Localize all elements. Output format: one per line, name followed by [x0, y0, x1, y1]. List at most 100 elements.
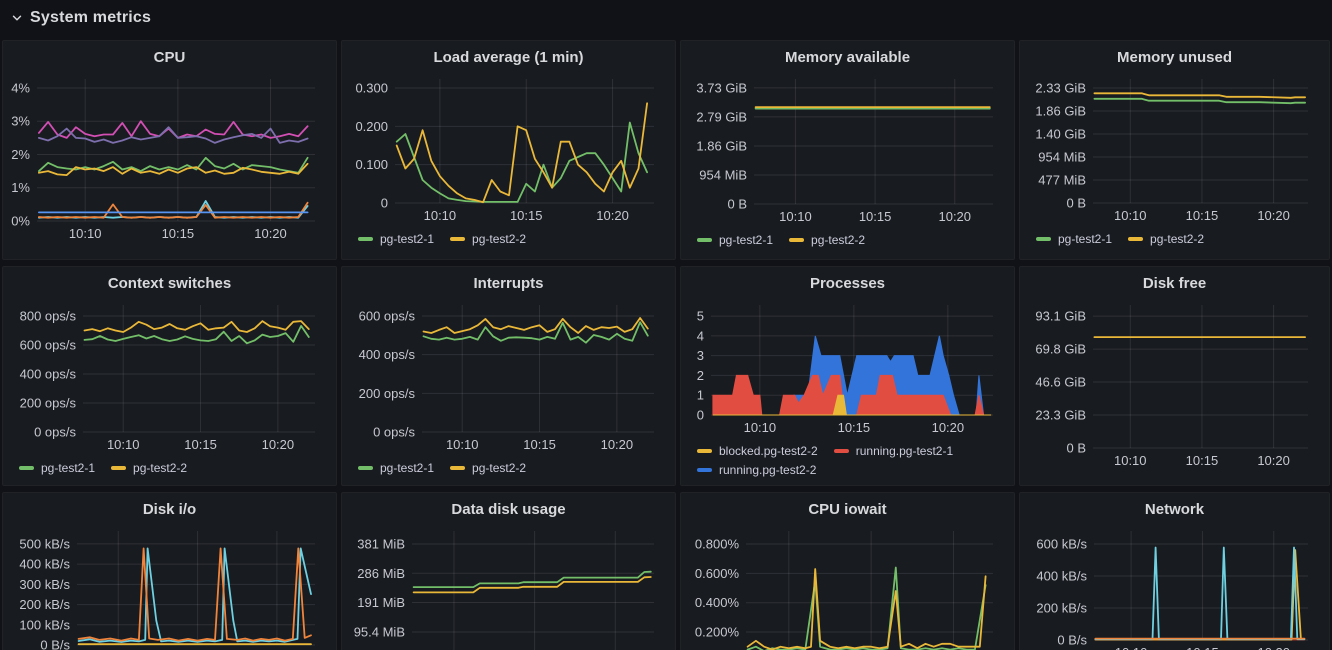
series-pg-test2-2	[85, 321, 309, 332]
axis-tick-label: 10:20	[932, 420, 965, 435]
axis-tick-label: 93.1 GiB	[1035, 309, 1086, 324]
chart[interactable]: 0 B477 MiB954 MiB1.40 GiB1.86 GiB2.33 Gi…	[1028, 71, 1320, 225]
axis-tick-label: 2.79 GiB	[696, 109, 747, 124]
legend-swatch-icon	[697, 238, 712, 242]
panel-cpu: CPU0%1%2%3%4%10:1010:1510:20	[2, 40, 337, 260]
panel-title[interactable]: Data disk usage	[350, 499, 667, 523]
axis-tick-label: 4	[697, 328, 704, 343]
panel-cpu-iowait: CPU iowait0.200%0.400%0.600%0.800%10:101…	[680, 492, 1015, 650]
chart[interactable]: 0 B/s200 kB/s400 kB/s600 kB/s10:1010:151…	[1028, 523, 1320, 650]
axis-tick-label: 400 ops/s	[359, 347, 416, 362]
axis-tick-label: 10:15	[510, 208, 543, 223]
series-series-orange	[39, 203, 308, 218]
legend-item[interactable]: pg-test2-2	[450, 230, 526, 247]
axis-tick-label: 10:15	[523, 437, 556, 452]
axis-tick-label: 600 ops/s	[359, 309, 416, 324]
axis-tick-label: 500 kB/s	[19, 536, 70, 551]
axis-tick-label: 0 B/s	[1057, 633, 1087, 648]
axis-tick-label: 300 kB/s	[19, 577, 70, 592]
legend-item[interactable]: running.pg-test2-1	[834, 442, 953, 459]
panel-title[interactable]: Context switches	[11, 273, 328, 297]
axis-tick-label: 0 ops/s	[34, 425, 76, 440]
legend-label: pg-test2-2	[1150, 232, 1204, 246]
panel-title[interactable]: Memory unused	[1028, 47, 1321, 71]
axis-tick-label: 10:15	[859, 209, 892, 224]
axis-tick-label: 46.6 GiB	[1035, 375, 1086, 390]
axis-tick-label: 0	[381, 196, 388, 211]
chart[interactable]: 0%1%2%3%4%10:1010:1510:20	[11, 71, 327, 243]
panel-title[interactable]: Disk free	[1028, 273, 1321, 297]
axis-tick-label: 5	[697, 309, 704, 324]
axis-tick-label: 200 kB/s	[1036, 600, 1087, 615]
panel-title[interactable]: Memory available	[689, 47, 1006, 71]
panel-context-switches: Context switches0 ops/s200 ops/s400 ops/…	[2, 266, 337, 486]
legend-swatch-icon	[1128, 237, 1143, 241]
axis-tick-label: 1	[697, 388, 704, 403]
axis-tick-label: 400 kB/s	[19, 557, 70, 572]
chart[interactable]: 0.200%0.400%0.600%0.800%10:1010:1510:20	[689, 523, 1005, 650]
panel-interrupts: Interrupts0 ops/s200 ops/s400 ops/s600 o…	[341, 266, 676, 486]
chart[interactable]: 0 B23.3 GiB46.6 GiB69.8 GiB93.1 GiB10:10…	[1028, 297, 1320, 470]
legend-swatch-icon	[1036, 237, 1051, 241]
section-header[interactable]: System metrics	[0, 0, 1332, 36]
axis-tick-label: 10:10	[779, 209, 812, 224]
legend-item[interactable]: pg-test2-1	[358, 459, 434, 476]
legend: pg-test2-1 pg-test2-2	[350, 225, 667, 247]
panel-title[interactable]: CPU	[11, 47, 328, 71]
legend-item[interactable]: pg-test2-1	[19, 459, 95, 476]
axis-tick-label: 10:15	[1186, 208, 1219, 223]
axis-tick-label: 10:15	[184, 437, 217, 452]
legend-label: pg-test2-1	[380, 232, 434, 246]
axis-tick-label: 69.8 GiB	[1035, 342, 1086, 357]
legend-label: pg-test2-1	[41, 461, 95, 475]
axis-tick-label: 286 MiB	[357, 566, 405, 581]
panel-memory-unused: Memory unused0 B477 MiB954 MiB1.40 GiB1.…	[1019, 40, 1330, 260]
panel-network: Network0 B/s200 kB/s400 kB/s600 kB/s10:1…	[1019, 492, 1330, 650]
panel-disk-free: Disk free0 B23.3 GiB46.6 GiB69.8 GiB93.1…	[1019, 266, 1330, 486]
legend-label: running.pg-test2-2	[719, 463, 816, 477]
legend-item[interactable]: pg-test2-1	[697, 231, 773, 248]
panel-title[interactable]: Load average (1 min)	[350, 47, 667, 71]
legend: pg-test2-1 pg-test2-2	[11, 454, 328, 476]
axis-tick-label: 10:20	[262, 437, 295, 452]
legend-swatch-icon	[697, 449, 712, 453]
chart[interactable]: 0 B954 MiB1.86 GiB2.79 GiB3.73 GiB10:101…	[689, 71, 1005, 226]
legend-item[interactable]: blocked.pg-test2-2	[697, 442, 818, 459]
axis-tick-label: 2%	[11, 147, 30, 162]
legend-item[interactable]: pg-test2-1	[358, 230, 434, 247]
legend-item[interactable]: pg-test2-2	[111, 459, 187, 476]
legend-label: running.pg-test2-1	[856, 444, 953, 458]
chart[interactable]: 0 B/s100 kB/s200 kB/s300 kB/s400 kB/s500…	[11, 523, 327, 650]
panel-title[interactable]: CPU iowait	[689, 499, 1006, 523]
axis-tick-label: 10:10	[107, 437, 140, 452]
axis-tick-label: 10:10	[446, 437, 479, 452]
legend-item[interactable]: running.pg-test2-2	[697, 461, 816, 478]
axis-tick-label: 954 MiB	[1038, 149, 1086, 164]
panel-disk-i-o: Disk i/o0 B/s100 kB/s200 kB/s300 kB/s400…	[2, 492, 337, 650]
legend-swatch-icon	[789, 238, 804, 242]
legend-item[interactable]: pg-test2-2	[450, 459, 526, 476]
chart[interactable]: 0 ops/s200 ops/s400 ops/s600 ops/s800 op…	[11, 297, 327, 454]
panel-title[interactable]: Processes	[689, 273, 1006, 297]
axis-tick-label: 1.40 GiB	[1035, 126, 1086, 141]
legend-swatch-icon	[111, 466, 126, 470]
axis-tick-label: 0%	[11, 214, 30, 229]
legend-item[interactable]: pg-test2-2	[789, 231, 865, 248]
axis-tick-label: 0 ops/s	[373, 425, 415, 440]
panel-title[interactable]: Interrupts	[350, 273, 667, 297]
chart[interactable]: 00.1000.2000.30010:1010:1510:20	[350, 71, 666, 225]
legend-item[interactable]: pg-test2-2	[1128, 230, 1204, 247]
series-pg-test2-1	[85, 326, 309, 343]
panel-title[interactable]: Network	[1028, 499, 1321, 523]
axis-tick-label: 3%	[11, 114, 30, 129]
legend-item[interactable]: pg-test2-1	[1036, 230, 1112, 247]
legend-swatch-icon	[834, 449, 849, 453]
axis-tick-label: 0.600%	[695, 566, 740, 581]
chart[interactable]: 0 ops/s200 ops/s400 ops/s600 ops/s10:101…	[350, 297, 666, 454]
legend: pg-test2-1 pg-test2-2	[1028, 225, 1321, 247]
chart[interactable]: 95.4 MiB191 MiB286 MiB381 MiB10:1010:151…	[350, 523, 666, 650]
chart[interactable]: 01234510:1010:1510:20	[689, 297, 1005, 437]
axis-tick-label: 10:10	[424, 208, 457, 223]
panel-title[interactable]: Disk i/o	[11, 499, 328, 523]
axis-tick-label: 0 B/s	[40, 638, 70, 650]
